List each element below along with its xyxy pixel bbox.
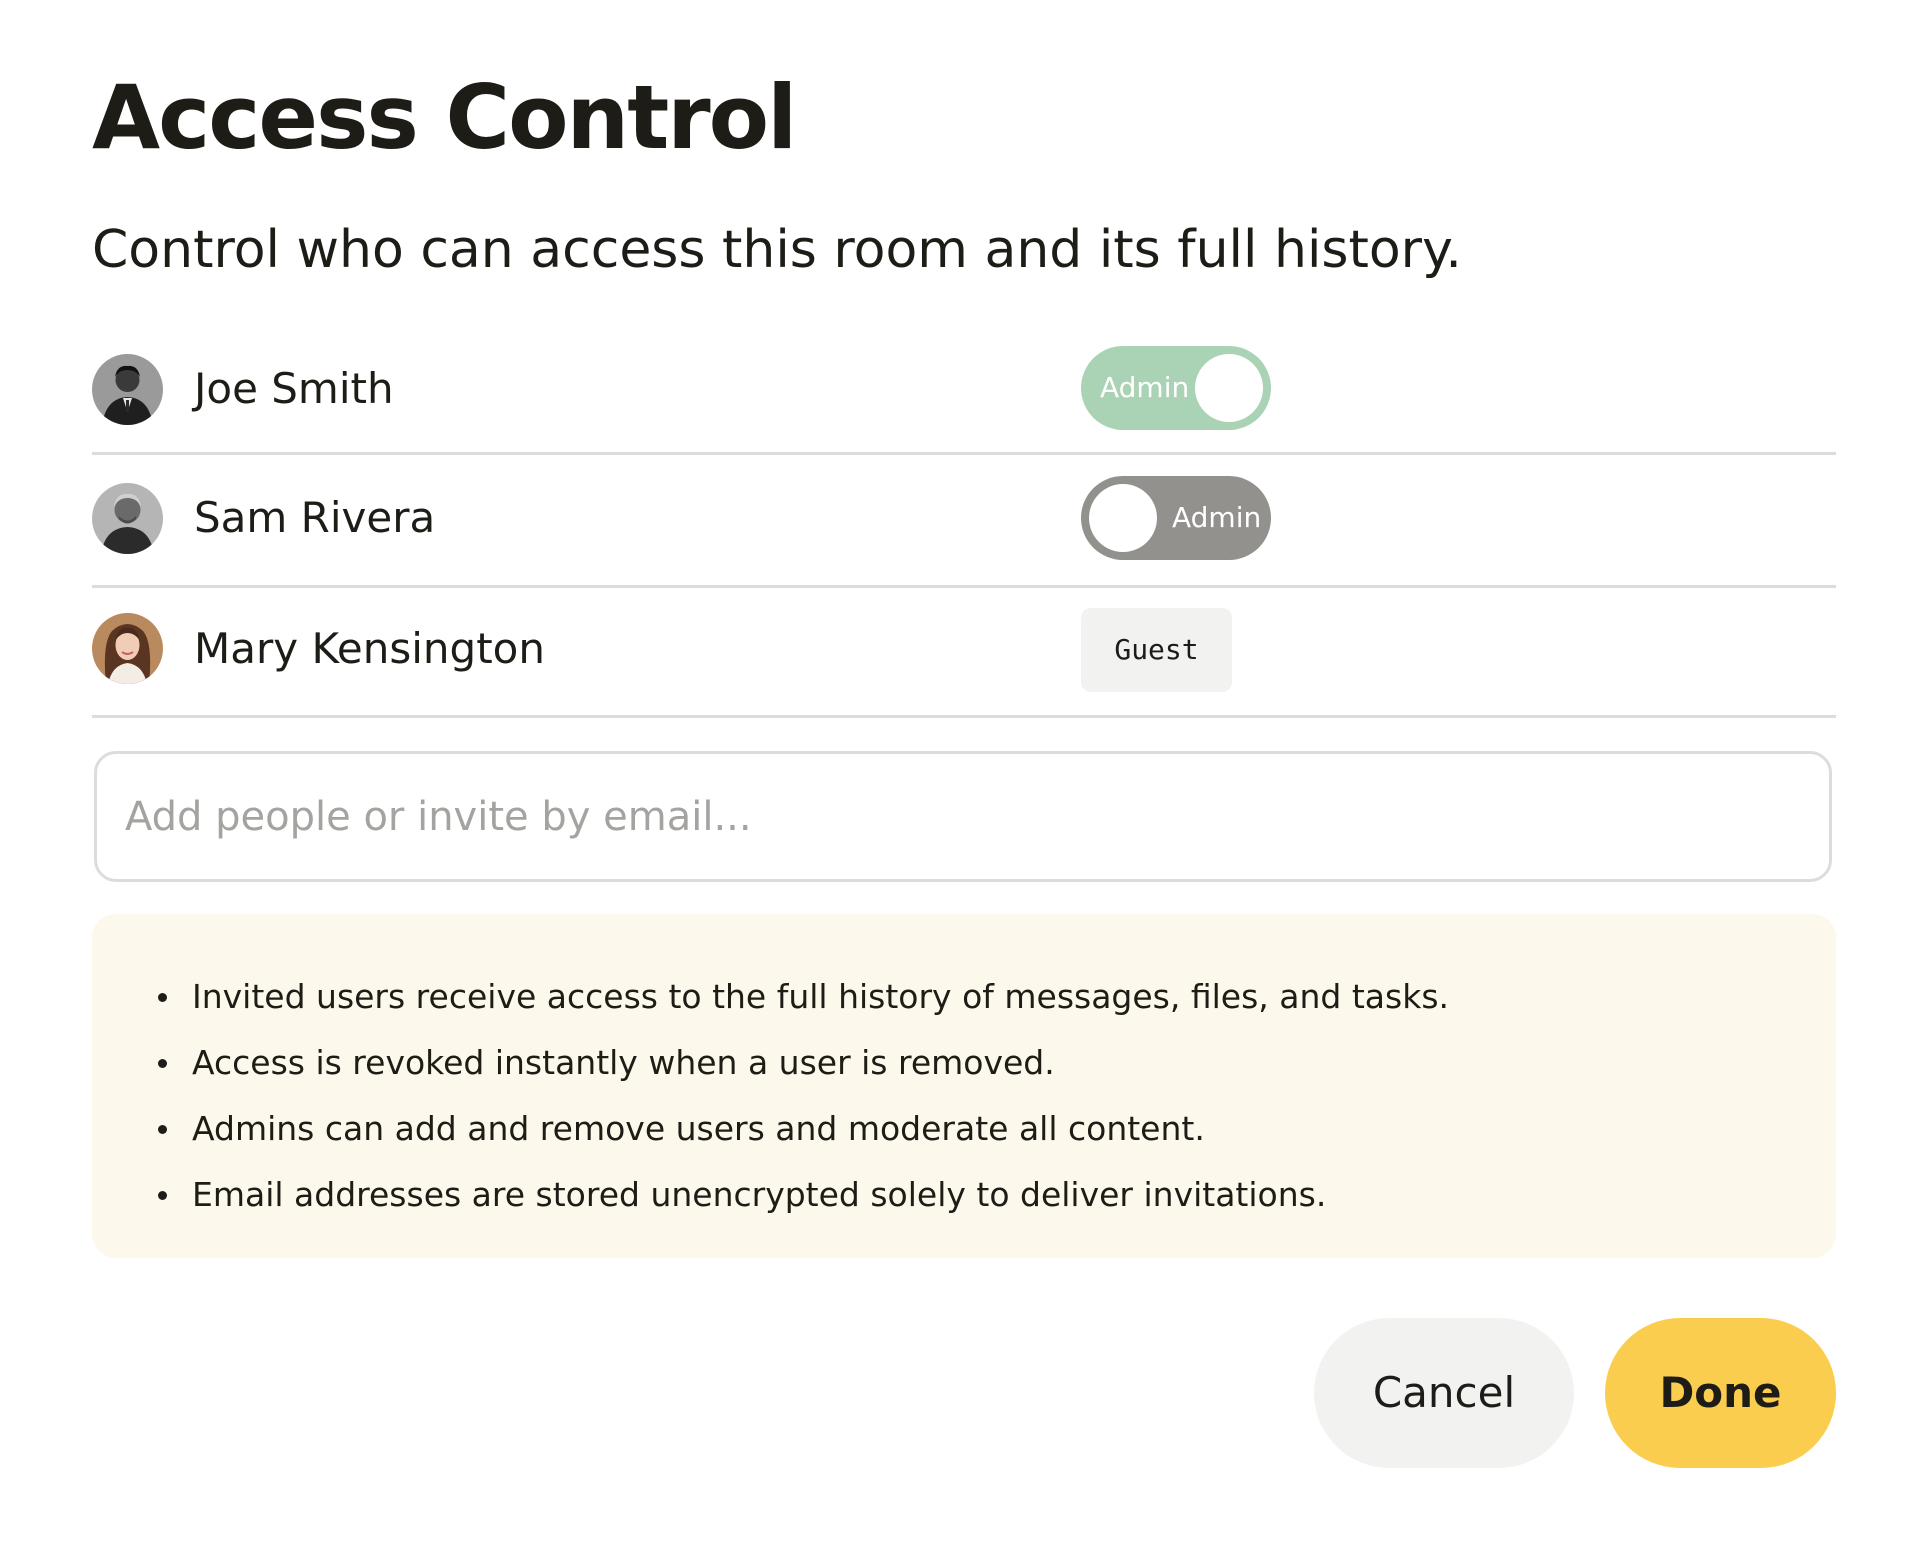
notice-item: Email addresses are stored unencrypted s…: [156, 1162, 1449, 1228]
guest-role-badge: Guest: [1081, 608, 1232, 692]
dialog-title: Access Control: [92, 66, 797, 169]
user-avatar-photo-icon: [92, 613, 163, 684]
notice-item: Admins can add and remove users and mode…: [156, 1096, 1449, 1162]
admin-toggle-label: Admin: [1100, 371, 1190, 404]
member-row: Joe Smith Admin: [92, 330, 1836, 455]
member-row: Mary Kensington Guest: [92, 588, 1836, 718]
notice-list: Invited users receive access to the full…: [156, 964, 1449, 1228]
dialog-subtitle: Control who can access this room and its…: [92, 220, 1462, 280]
notice-item: Invited users receive access to the full…: [156, 964, 1449, 1030]
invite-email-input[interactable]: [94, 751, 1832, 882]
member-row: Sam Rivera Admin: [92, 455, 1836, 588]
avatar: [92, 354, 163, 425]
user-avatar-photo-icon: [92, 483, 163, 554]
member-name: Joe Smith: [194, 364, 394, 413]
bullet-icon: [158, 1059, 167, 1068]
access-notice: Invited users receive access to the full…: [92, 914, 1836, 1258]
bullet-icon: [158, 993, 167, 1002]
avatar: [92, 613, 163, 684]
notice-text: Access is revoked instantly when a user …: [192, 1043, 1055, 1082]
notice-text: Email addresses are stored unencrypted s…: [192, 1175, 1327, 1214]
toggle-knob: [1089, 484, 1157, 552]
bullet-icon: [158, 1191, 167, 1200]
done-button[interactable]: Done: [1605, 1318, 1836, 1468]
admin-toggle[interactable]: Admin: [1081, 476, 1271, 560]
member-name: Sam Rivera: [194, 493, 436, 542]
notice-text: Admins can add and remove users and mode…: [192, 1109, 1205, 1148]
toggle-knob: [1195, 354, 1263, 422]
member-name: Mary Kensington: [194, 624, 545, 673]
cancel-button[interactable]: Cancel: [1314, 1318, 1574, 1468]
avatar: [92, 483, 163, 554]
user-avatar-photo-icon: [92, 354, 163, 425]
notice-item: Access is revoked instantly when a user …: [156, 1030, 1449, 1096]
access-control-dialog: Access Control Control who can access th…: [92, 0, 1836, 1554]
admin-toggle-label: Admin: [1172, 501, 1262, 534]
notice-text: Invited users receive access to the full…: [192, 977, 1449, 1016]
admin-toggle[interactable]: Admin: [1081, 346, 1271, 430]
bullet-icon: [158, 1125, 167, 1134]
